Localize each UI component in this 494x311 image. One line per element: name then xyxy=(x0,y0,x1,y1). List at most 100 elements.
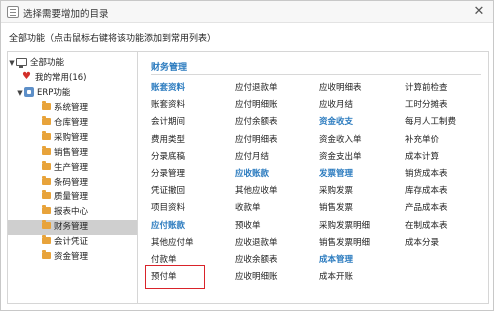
menu-item[interactable]: 资金收入单 xyxy=(319,134,362,146)
menu-item[interactable]: 成本计算 xyxy=(405,151,439,163)
tree-node-label: 报表中心 xyxy=(54,207,89,218)
menu-item[interactable]: 应收明细表 xyxy=(319,82,362,94)
menu-item[interactable]: 资金支出单 xyxy=(319,151,362,163)
tree-node-module[interactable]: 会计凭证 xyxy=(8,235,137,250)
dialog-title: 选择需要增加的目录 xyxy=(23,9,109,20)
folder-icon xyxy=(42,145,51,155)
tree-node-module[interactable]: 条码管理 xyxy=(8,175,137,191)
menu-item[interactable]: 在制成本表 xyxy=(405,220,448,232)
menu-group-heading: 资金收支 xyxy=(319,117,354,128)
folder-icon xyxy=(42,220,51,230)
tree-node-label: 仓库管理 xyxy=(54,117,89,128)
collapse-toggle-icon[interactable]: ▼ xyxy=(8,56,16,71)
menu-item[interactable]: 应付余额表 xyxy=(235,116,278,128)
menu-item[interactable]: 应收明细账 xyxy=(235,271,278,283)
menu-item[interactable]: 成本分录 xyxy=(405,237,439,249)
tree-node-label: 销售管理 xyxy=(54,147,89,158)
tree-node-module[interactable]: 报表中心 xyxy=(8,205,137,220)
menu-item[interactable]: 应付明细表 xyxy=(235,134,278,146)
title-bar: 选择需要增加的目录 ✕ xyxy=(1,1,493,23)
folder-icon xyxy=(42,160,51,170)
menu-item[interactable]: 应收退款单 xyxy=(235,237,278,249)
tree-node-favorites[interactable]: ♥ 我的常用(16) xyxy=(8,71,137,86)
tree-node-label: 我的常用(16) xyxy=(35,73,87,83)
menu-item[interactable]: 采购发票 xyxy=(319,185,353,197)
tree-node-label: 条码管理 xyxy=(54,177,89,188)
folder-icon xyxy=(42,235,51,245)
menu-item[interactable]: 会计期间 xyxy=(151,116,185,128)
function-panel: ▼ 全部功能 ♥ 我的常用(16) ▼ ERP功能 系统管理仓库管理采购管理销售管理生… xyxy=(7,51,489,304)
dialog-window: 选择需要增加的目录 ✕ 全部功能（点击鼠标右键将该功能添加到常用列表） ▼ 全部功… xyxy=(0,0,494,311)
menu-item[interactable]: 收款单 xyxy=(235,202,261,214)
section-divider xyxy=(151,74,481,75)
menu-item[interactable]: 凭证撤回 xyxy=(151,185,185,197)
menu-item[interactable]: 应付退款单 xyxy=(235,82,278,94)
menu-group-heading: 应收账款 xyxy=(235,169,270,179)
menu-item[interactable]: 销货成本表 xyxy=(405,168,448,180)
collapse-toggle-icon[interactable]: ▼ xyxy=(16,86,24,101)
menu-item[interactable]: 分录底稿 xyxy=(151,151,185,163)
tree-node-label: 采购管理 xyxy=(54,132,89,143)
menu-item[interactable]: 应付月结 xyxy=(235,151,269,163)
menu-item[interactable]: 预收单 xyxy=(235,220,261,232)
function-tree: ▼ 全部功能 ♥ 我的常用(16) ▼ ERP功能 系统管理仓库管理采购管理销售管理生… xyxy=(8,52,138,303)
menu-item[interactable]: 项目资料 xyxy=(151,202,185,214)
erp-icon xyxy=(24,86,34,97)
tree-node-label: 生产管理 xyxy=(54,162,89,173)
window-icon xyxy=(7,6,19,18)
tree-node-label: 资金管理 xyxy=(54,252,89,262)
menu-item[interactable]: 工时分摊表 xyxy=(405,99,448,111)
menu-item[interactable]: 账套资料 xyxy=(151,99,185,111)
tree-node-module[interactable]: 生产管理 xyxy=(8,160,137,176)
menu-item[interactable]: 每月人工制费 xyxy=(405,116,456,128)
menu-item[interactable]: 采购发票明细 xyxy=(319,220,370,232)
menu-item[interactable]: 其他应收单 xyxy=(235,185,278,197)
heart-icon: ♥ xyxy=(22,70,31,82)
folder-icon xyxy=(42,250,51,259)
tree-node-module[interactable]: 资金管理 xyxy=(8,250,137,265)
menu-item[interactable]: 应收月结 xyxy=(319,99,353,111)
section-title: 财务管理 xyxy=(151,63,188,73)
menu-item[interactable]: 销售发票 xyxy=(319,202,353,214)
tree-node-module[interactable]: 系统管理 xyxy=(8,101,137,116)
tree-node-erp[interactable]: ▼ ERP功能 xyxy=(8,86,137,101)
menu-item[interactable]: 应付明细账 xyxy=(235,99,278,111)
tree-node-root[interactable]: ▼ 全部功能 xyxy=(8,56,137,71)
menu-group-heading: 成本管理 xyxy=(319,255,354,265)
menu-item[interactable]: 成本开账 xyxy=(319,271,353,283)
monitor-icon xyxy=(16,57,27,68)
folder-icon xyxy=(42,101,51,110)
tree-node-label: ERP功能 xyxy=(37,88,71,98)
tree-node-module[interactable]: 财务管理 xyxy=(8,220,137,236)
menu-item[interactable]: 分录管理 xyxy=(151,168,185,180)
tree-node-module[interactable]: 采购管理 xyxy=(8,130,137,146)
menu-item[interactable]: 产品成本表 xyxy=(405,202,448,214)
highlight-box xyxy=(145,265,205,290)
menu-item[interactable]: 销售发票明细 xyxy=(319,237,370,249)
menu-group-heading: 账套资料 xyxy=(151,83,186,93)
tree-node-module[interactable]: 质量管理 xyxy=(8,190,137,205)
tree-node-module[interactable]: 仓库管理 xyxy=(8,115,137,131)
menu-item[interactable]: 应收余额表 xyxy=(235,254,278,266)
folder-icon xyxy=(42,175,51,185)
close-icon[interactable]: ✕ xyxy=(471,4,487,20)
menu-group-heading: 发票管理 xyxy=(319,169,354,179)
folder-icon xyxy=(42,205,51,215)
tree-node-label: 全部功能 xyxy=(30,58,65,68)
folder-icon xyxy=(42,190,51,200)
instruction-text: 全部功能（点击鼠标右键将该功能添加到常用列表） xyxy=(9,34,217,44)
menu-item[interactable]: 补充单价 xyxy=(405,134,439,146)
folder-icon xyxy=(42,115,51,125)
menu-item[interactable]: 付款单 xyxy=(151,254,177,266)
folder-icon xyxy=(42,130,51,140)
menu-item[interactable]: 其他应付单 xyxy=(151,237,194,249)
tree-node-label: 质量管理 xyxy=(54,192,89,203)
tree-node-module[interactable]: 销售管理 xyxy=(8,145,137,161)
tree-node-label: 会计凭证 xyxy=(54,237,89,248)
menu-group-heading: 应付账款 xyxy=(151,220,186,231)
menu-item[interactable]: 费用类型 xyxy=(151,134,185,146)
content-area: 财务管理 账套资料 账套资料 会计期间 费用类型 分录底稿 分录管理 凭证撤回 项目资料 应付账… xyxy=(139,52,488,303)
tree-node-label: 系统管理 xyxy=(54,103,89,113)
menu-item[interactable]: 库存成本表 xyxy=(405,185,448,197)
menu-item[interactable]: 计算前检查 xyxy=(405,82,448,94)
